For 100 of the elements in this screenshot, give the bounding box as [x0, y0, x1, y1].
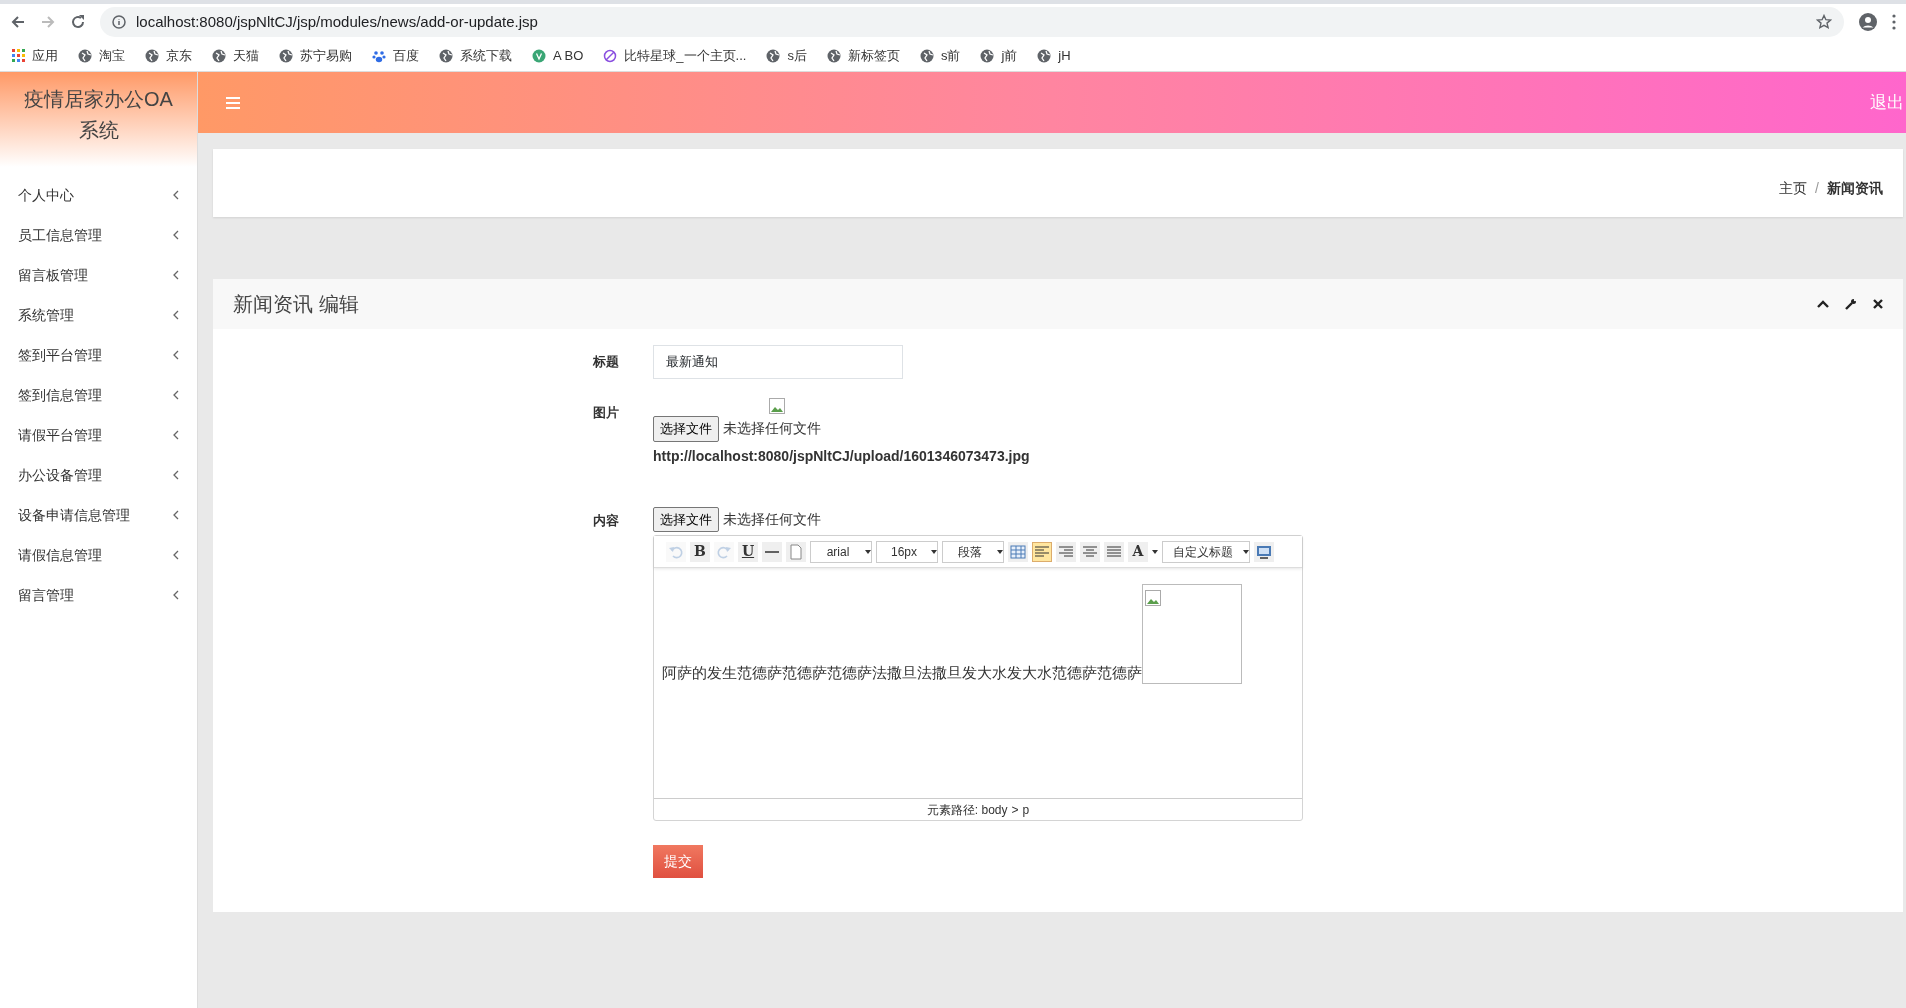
sidebar-item[interactable]: 个人中心: [0, 175, 197, 215]
bookmark[interactable]: 苏宁易购: [279, 45, 352, 66]
bookmark-label: 苏宁易购: [300, 46, 352, 65]
bookmark[interactable]: 应用: [12, 45, 58, 66]
bookmark-label: s后: [787, 46, 807, 65]
menu-label: 请假信息管理: [18, 545, 102, 565]
menu-label: 签到信息管理: [18, 385, 102, 405]
chevron-up-icon[interactable]: [1817, 300, 1829, 308]
globe-icon: [980, 48, 995, 63]
wrench-icon[interactable]: [1845, 298, 1857, 310]
bookmark-label: 系统下载: [460, 46, 512, 65]
toolbar-button[interactable]: [1104, 541, 1124, 562]
sidebar-item[interactable]: 留言管理: [0, 575, 197, 615]
toolbar-button[interactable]: A: [1128, 541, 1148, 562]
toolbar-dropdown[interactable]: 自定义标题: [1162, 540, 1250, 563]
bookmark-label: 应用: [32, 46, 58, 65]
sidebar-item[interactable]: 员工信息管理: [0, 215, 197, 255]
caret-down-icon: [865, 549, 871, 554]
bookmark-label: A BO: [553, 46, 584, 65]
path-link[interactable]: p: [1022, 803, 1030, 817]
sidebar-item[interactable]: 签到信息管理: [0, 375, 197, 415]
toolbar-dropdown[interactable]: 16px: [876, 540, 938, 563]
bookmark[interactable]: 京东: [145, 45, 192, 66]
sidebar-item[interactable]: 留言板管理: [0, 255, 197, 295]
toolbar-button[interactable]: [762, 541, 782, 562]
back-arrow-icon[interactable]: [10, 14, 26, 30]
title-input[interactable]: 最新通知: [653, 345, 903, 379]
broken-image-icon: [1145, 590, 1161, 607]
monitor-icon: [1256, 543, 1272, 560]
menu-label: 员工信息管理: [18, 225, 102, 245]
bookmark-label: j前: [1001, 46, 1018, 65]
toolbar-button[interactable]: B: [690, 541, 710, 562]
chevron-left-icon: [173, 230, 179, 240]
bookmark-label: 淘宝: [99, 46, 125, 65]
toolbar-dropdown[interactable]: arial: [810, 540, 872, 563]
app-title: 疫情居家办公OA系统: [24, 88, 173, 141]
bookmark[interactable]: 系统下载: [439, 45, 512, 66]
breadcrumb-item[interactable]: 主页: [1779, 178, 1808, 199]
apps-grid-icon: [12, 49, 25, 62]
close-icon[interactable]: [1873, 299, 1883, 309]
sidebar-item[interactable]: 请假平台管理: [0, 415, 197, 455]
sidebar-item[interactable]: 系统管理: [0, 295, 197, 335]
reload-icon[interactable]: [70, 14, 86, 30]
menu-label: 请假平台管理: [18, 425, 102, 445]
bookmark[interactable]: jH: [1037, 45, 1071, 66]
bookmark[interactable]: j前: [980, 45, 1018, 66]
sidebar-item[interactable]: 办公设备管理: [0, 455, 197, 495]
toolbar-button[interactable]: [1008, 541, 1028, 562]
bookmark[interactable]: s后: [766, 45, 807, 66]
file-status: 未选择任何文件: [723, 419, 821, 439]
bookmark[interactable]: s前: [919, 45, 961, 66]
chevron-left-icon: [173, 390, 179, 400]
kebab-menu-icon[interactable]: [1892, 14, 1896, 30]
toolbar-button[interactable]: [1254, 541, 1274, 562]
menu-label: 设备申请信息管理: [18, 505, 130, 525]
file-choose-button[interactable]: 选择文件: [653, 416, 719, 442]
align-center-icon: [1082, 543, 1098, 560]
menu-label: 个人中心: [18, 185, 74, 205]
globe-icon: [766, 48, 781, 63]
sidebar-item[interactable]: 签到平台管理: [0, 335, 197, 375]
bookmark[interactable]: 新标签页: [826, 45, 900, 66]
dropdown-value: 自定义标题: [1172, 543, 1234, 561]
chevron-left-icon: [173, 550, 179, 560]
caret-down-icon: [1243, 549, 1249, 554]
sidebar-item[interactable]: 设备申请信息管理: [0, 495, 197, 535]
globe-icon: [212, 48, 226, 63]
bookmark[interactable]: A BO: [532, 45, 584, 66]
globe-icon: [439, 48, 453, 63]
address-bar[interactable]: localhost:8080/jspNltCJ/jsp/modules/news/add-or-update.jsp: [100, 7, 1844, 37]
globe-icon: [78, 48, 92, 63]
toolbar-dropdown[interactable]: 段落: [942, 540, 1004, 563]
globe-icon: [279, 48, 293, 63]
toolbar-button[interactable]: [1032, 541, 1052, 562]
bookmark[interactable]: 淘宝: [78, 45, 125, 66]
bookmark-label: jH: [1058, 46, 1071, 65]
toolbar-button[interactable]: [1056, 541, 1076, 562]
bookmark[interactable]: 比特星球_一个主页...: [603, 45, 747, 66]
bookmark[interactable]: 百度: [372, 45, 419, 66]
toolbar-button[interactable]: U: [738, 541, 758, 562]
path-link[interactable]: body: [981, 803, 1008, 817]
align-right-icon: [1058, 543, 1074, 560]
bookmark-label: s前: [940, 46, 961, 65]
chevron-left-icon: [173, 270, 179, 280]
toolbar-button[interactable]: [1080, 541, 1100, 562]
align-left-icon: [1034, 543, 1050, 560]
chevron-left-icon: [173, 470, 179, 480]
panel-title: 新闻资讯 编辑: [233, 292, 359, 317]
editor-text: 阿萨的发生范德萨范德萨范德萨法撒旦法撒旦发大水发大水范德萨范德萨: [662, 662, 1142, 683]
dropdown-value: 段落: [957, 543, 983, 561]
account-icon[interactable]: [1858, 12, 1878, 32]
menu-label: 留言板管理: [18, 265, 88, 285]
breadcrumb-separator: /: [1815, 179, 1819, 198]
field-label: 内容: [593, 511, 620, 530]
bookmark-label: 京东: [166, 46, 192, 65]
bookmark[interactable]: 天猫: [212, 45, 259, 66]
file-choose-button[interactable]: 选择文件: [653, 506, 719, 532]
sidebar-item[interactable]: 请假信息管理: [0, 535, 197, 575]
star-icon[interactable]: [1816, 14, 1832, 30]
field-label: 标题: [593, 353, 620, 372]
caret-down-icon: [931, 549, 937, 554]
